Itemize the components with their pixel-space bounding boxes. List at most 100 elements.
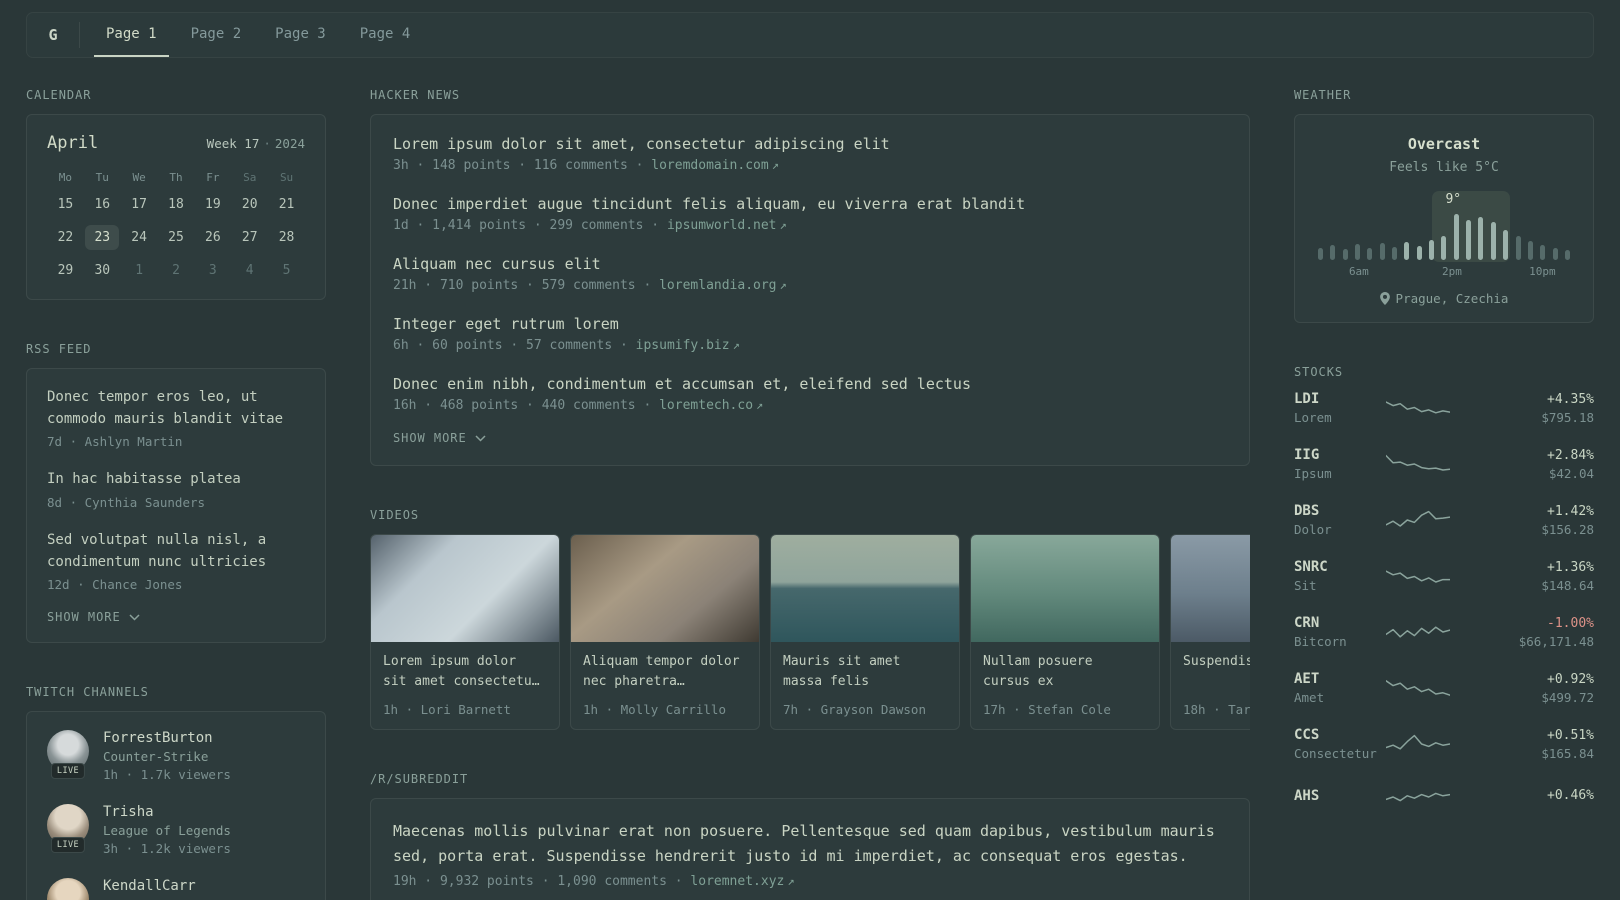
weather-bar xyxy=(1466,220,1472,260)
video-thumbnail[interactable] xyxy=(771,535,959,642)
video-card[interactable]: Suspendisse diam 18h · Tara xyxy=(1170,534,1250,730)
video-thumbnail[interactable] xyxy=(571,535,759,642)
stock-id: IIG Ipsum xyxy=(1294,447,1386,481)
stock-row[interactable]: IIG Ipsum +2.84% $42.04 xyxy=(1294,447,1594,481)
hn-item-title[interactable]: Aliquam nec cursus elit xyxy=(393,255,1227,273)
channel-info: KendallCarr xyxy=(103,878,196,897)
hackernews-item[interactable]: Lorem ipsum dolor sit amet, consectetur … xyxy=(393,135,1227,173)
hackernews-item[interactable]: Donec enim nibh, condimentum et accumsan… xyxy=(393,375,1227,413)
calendar-day: 27 xyxy=(241,230,258,245)
stock-row[interactable]: AHS +0.46% xyxy=(1294,783,1594,811)
stock-row[interactable]: CRN Bitcorn -1.00% $66,171.48 xyxy=(1294,615,1594,649)
calendar-day: 30 xyxy=(94,263,111,278)
stock-row[interactable]: SNRC Sit +1.36% $148.64 xyxy=(1294,559,1594,593)
stock-symbol[interactable]: DBS xyxy=(1294,503,1386,519)
app-logo[interactable]: G xyxy=(27,13,79,57)
video-thumbnail[interactable] xyxy=(371,535,559,642)
video-title[interactable]: Aliquam tempor dolor nec pharetra… xyxy=(571,642,759,694)
hn-item-title[interactable]: Donec enim nibh, condimentum et accumsan… xyxy=(393,375,1227,393)
stock-change: +1.36% xyxy=(1547,559,1594,575)
video-title[interactable]: Mauris sit amet massa felis xyxy=(771,642,959,694)
video-card[interactable]: Nullam posuere cursus ex 17h · Stefan Co… xyxy=(970,534,1160,730)
external-link-icon: ↗ xyxy=(779,218,787,232)
rss-card: Donec tempor eros leo, ut commodo mauris… xyxy=(26,368,326,644)
subreddit-post[interactable]: Maecenas mollis pulvinar erat non posuer… xyxy=(393,819,1227,889)
stock-symbol[interactable]: CCS xyxy=(1294,727,1386,743)
source-link[interactable]: ipsumworld.net ↗ xyxy=(667,218,787,233)
hn-item-title[interactable]: Donec imperdiet augue tincidunt felis al… xyxy=(393,195,1227,213)
stock-values: -1.00% $66,171.48 xyxy=(1450,616,1594,649)
stock-sparkline xyxy=(1386,570,1450,583)
separator-dot: · xyxy=(263,136,271,151)
video-thumbnail[interactable] xyxy=(971,535,1159,642)
source-link[interactable]: ipsumify.biz ↗ xyxy=(636,338,740,353)
rss-item[interactable]: Sed volutpat nulla nisl, a condimentum n… xyxy=(47,530,305,592)
channel-name[interactable]: ForrestBurton xyxy=(103,730,231,746)
twitch-channel[interactable]: LIVE KendallCarr xyxy=(47,878,305,900)
current-temperature: 9° xyxy=(1445,192,1462,207)
tab-page-4[interactable]: Page 4 xyxy=(348,13,423,57)
rss-item[interactable]: Donec tempor eros leo, ut commodo mauris… xyxy=(47,387,305,449)
stock-change: +2.84% xyxy=(1547,447,1594,463)
dow-header: Su xyxy=(279,171,294,184)
tab-page-2[interactable]: Page 2 xyxy=(179,13,254,57)
stock-symbol[interactable]: CRN xyxy=(1294,615,1386,631)
stock-row[interactable]: DBS Dolor +1.42% $156.28 xyxy=(1294,503,1594,537)
stock-symbol[interactable]: IIG xyxy=(1294,447,1386,463)
hn-meta-text: 21h · 710 points · 579 comments · xyxy=(393,278,660,293)
location-text: Prague, Czechia xyxy=(1395,291,1509,306)
rss-item-title[interactable]: Sed volutpat nulla nisl, a condimentum n… xyxy=(47,530,305,573)
stock-row[interactable]: CCS Consectetur +0.51% $165.84 xyxy=(1294,727,1594,761)
channel-name[interactable]: Trisha xyxy=(103,804,231,820)
tab-page-3[interactable]: Page 3 xyxy=(263,13,338,57)
twitch-channel[interactable]: LIVE Trisha League of Legends 3h · 1.2k … xyxy=(47,804,305,856)
weather-bar xyxy=(1392,247,1398,260)
calendar-day: 17 xyxy=(131,197,147,212)
tab-page-1[interactable]: Page 1 xyxy=(94,13,169,57)
hackernews-item[interactable]: Donec imperdiet augue tincidunt felis al… xyxy=(393,195,1227,233)
source-link[interactable]: loremnet.xyz ↗ xyxy=(690,874,794,889)
source-link[interactable]: loremlandia.org ↗ xyxy=(659,278,787,293)
rss-item-title[interactable]: Donec tempor eros leo, ut commodo mauris… xyxy=(47,387,305,430)
post-title[interactable]: Maecenas mollis pulvinar erat non posuer… xyxy=(393,819,1227,869)
video-title[interactable]: Nullam posuere cursus ex xyxy=(971,642,1159,694)
rss-item[interactable]: In hac habitasse platea 8d · Cynthia Sau… xyxy=(47,469,305,510)
hn-item-title[interactable]: Lorem ipsum dolor sit amet, consectetur … xyxy=(393,135,1227,153)
hackernews-item[interactable]: Integer eget rutrum lorem 6h · 60 points… xyxy=(393,315,1227,353)
video-thumbnail[interactable] xyxy=(1171,535,1250,642)
hackernews-show-more-button[interactable]: SHOW MORE xyxy=(393,431,486,445)
calendar-header: April Week 17 · 2024 xyxy=(47,133,305,153)
top-nav: G Page 1 Page 2 Page 3 Page 4 xyxy=(26,12,1594,58)
stock-symbol[interactable]: SNRC xyxy=(1294,559,1386,575)
chevron-down-icon xyxy=(475,434,486,442)
video-title[interactable]: Suspendisse diam xyxy=(1171,642,1250,694)
stock-row[interactable]: LDI Lorem +4.35% $795.18 xyxy=(1294,391,1594,425)
video-card[interactable]: Lorem ipsum dolor sit amet consectetu… 1… xyxy=(370,534,560,730)
stock-values: +4.35% $795.18 xyxy=(1450,392,1594,425)
video-card[interactable]: Mauris sit amet massa felis 7h · Grayson… xyxy=(770,534,960,730)
video-title[interactable]: Lorem ipsum dolor sit amet consectetu… xyxy=(371,642,559,694)
hackernews-item[interactable]: Aliquam nec cursus elit 21h · 710 points… xyxy=(393,255,1227,293)
weather-location[interactable]: Prague, Czechia xyxy=(1311,291,1577,306)
hn-item-title[interactable]: Integer eget rutrum lorem xyxy=(393,315,1227,333)
weather-bar xyxy=(1429,240,1435,260)
rss-show-more-button[interactable]: SHOW MORE xyxy=(47,610,140,624)
stock-change: +0.46% xyxy=(1547,788,1594,803)
stock-symbol[interactable]: AHS xyxy=(1294,788,1386,804)
twitch-channel[interactable]: LIVE ForrestBurton Counter-Strike 1h · 1… xyxy=(47,730,305,782)
source-link[interactable]: loremdomain.com ↗ xyxy=(651,158,779,173)
stock-sparkline xyxy=(1386,680,1450,696)
channel-name[interactable]: KendallCarr xyxy=(103,878,196,894)
rss-item-title[interactable]: In hac habitasse platea xyxy=(47,469,305,491)
avatar-wrap: LIVE xyxy=(47,730,89,780)
rss-widget-label: RSS FEED xyxy=(26,342,92,356)
stock-symbol[interactable]: AET xyxy=(1294,671,1386,687)
stock-row[interactable]: AET Amet +0.92% $499.72 xyxy=(1294,671,1594,705)
stock-symbol[interactable]: LDI xyxy=(1294,391,1386,407)
weather-widget: WEATHER Overcast Feels like 5°C 9° 6am 2… xyxy=(1294,88,1594,323)
calendar-day: 20 xyxy=(241,197,258,212)
weather-bar xyxy=(1330,245,1336,260)
source-domain: loremtech.co xyxy=(659,398,754,413)
source-link[interactable]: loremtech.co ↗ xyxy=(659,398,763,413)
video-card[interactable]: Aliquam tempor dolor nec pharetra… 1h · … xyxy=(570,534,760,730)
